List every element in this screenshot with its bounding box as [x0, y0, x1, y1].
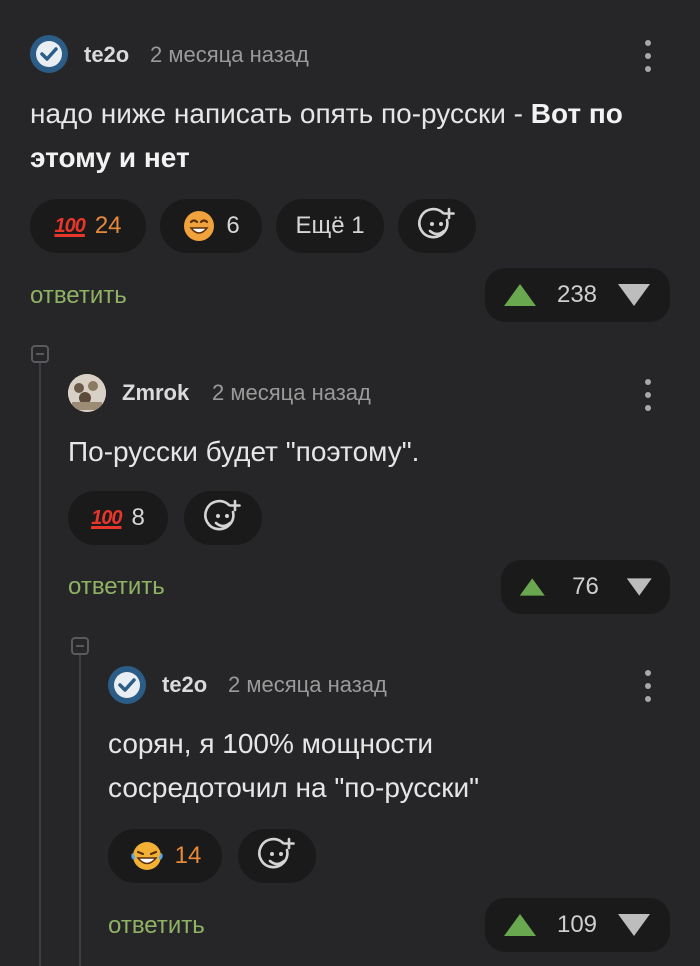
thread-line [39, 362, 41, 966]
comment-timestamp: 2 месяца назад [212, 380, 371, 405]
reaction-count: 6 [226, 212, 240, 239]
reaction-button[interactable]: 100 24 [30, 199, 146, 253]
vote-score: 76 [572, 573, 599, 600]
comment-username[interactable]: te2o [84, 42, 129, 68]
add-reaction-icon [258, 837, 295, 869]
smiling-face-icon [184, 211, 215, 241]
add-reaction-icon [418, 207, 455, 239]
comment-username[interactable]: Zmrok [122, 380, 189, 406]
add-reaction-button[interactable] [184, 491, 262, 545]
reply-link[interactable]: ответить [30, 282, 127, 310]
downvote-icon[interactable] [626, 574, 653, 600]
verified-avatar[interactable] [108, 666, 146, 704]
collapse-thread-button[interactable] [31, 345, 49, 363]
more-reactions-button[interactable]: Ещё 1 [276, 199, 384, 253]
vote-widget: 109 [485, 898, 670, 952]
more-reactions-label: Ещё 1 [295, 212, 365, 239]
reaction-count: 8 [131, 504, 145, 531]
comment-timestamp: 2 месяца назад [228, 672, 387, 697]
upvote-icon[interactable] [519, 574, 546, 600]
verified-check-icon [114, 672, 140, 698]
vote-score: 238 [556, 281, 598, 308]
reply-link[interactable]: ответить [108, 912, 205, 940]
comment-timestamp: 2 месяца назад [150, 42, 309, 67]
add-reaction-button[interactable] [238, 829, 316, 883]
add-reaction-button[interactable] [398, 199, 476, 253]
vote-widget: 76 [501, 560, 670, 614]
hundred-points-icon: 100 [54, 214, 85, 237]
reply-link[interactable]: ответить [68, 573, 165, 601]
hundred-points-icon: 100 [91, 506, 122, 529]
reaction-button[interactable]: 14 [108, 829, 222, 883]
verified-check-icon [36, 41, 62, 67]
user-avatar[interactable] [68, 374, 106, 412]
laughing-tears-icon [130, 842, 163, 870]
upvote-icon[interactable] [503, 912, 537, 938]
verified-avatar[interactable] [30, 35, 68, 73]
reaction-count: 14 [174, 842, 202, 869]
avatar-image [68, 374, 106, 412]
more-options-icon[interactable] [644, 379, 652, 411]
thread-line [79, 654, 81, 966]
downvote-icon[interactable] [617, 912, 651, 938]
comment-text: надо ниже написать опять по-русски - Вот… [30, 92, 670, 180]
comment-text-plain: надо ниже написать опять по-русски - [30, 98, 531, 129]
reaction-button[interactable]: 6 [160, 199, 262, 253]
downvote-icon[interactable] [617, 282, 651, 308]
comment-username[interactable]: te2o [162, 672, 207, 698]
reaction-count: 24 [94, 212, 122, 239]
more-options-icon[interactable] [644, 670, 652, 702]
comment-text: сорян, я 100% мощности сосредоточил на "… [108, 728, 480, 803]
reaction-button[interactable]: 100 8 [68, 491, 168, 545]
vote-score: 109 [556, 911, 598, 938]
more-options-icon[interactable] [644, 40, 652, 72]
vote-widget: 238 [485, 268, 670, 322]
upvote-icon[interactable] [503, 282, 537, 308]
add-reaction-icon [204, 499, 241, 531]
comment-text: По-русски будет "поэтому". [68, 436, 420, 467]
collapse-thread-button[interactable] [71, 637, 89, 655]
